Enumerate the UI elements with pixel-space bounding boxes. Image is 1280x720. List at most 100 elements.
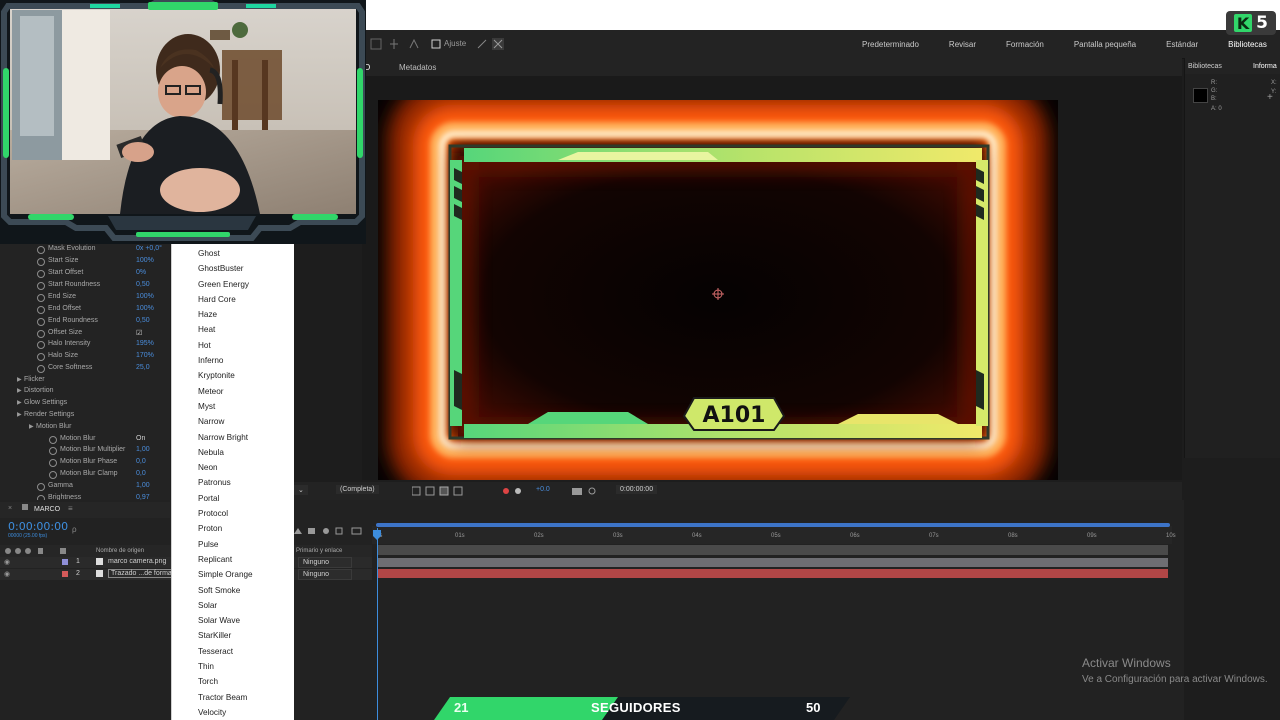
stopwatch-icon[interactable]	[37, 258, 45, 266]
preset-item[interactable]: Nebula	[172, 445, 294, 460]
snapshot-camera-icon[interactable]	[572, 486, 602, 496]
workspace-bibliotecas[interactable]: Bibliotecas	[1228, 40, 1267, 49]
puppet-tool-icon[interactable]	[408, 38, 420, 50]
playhead[interactable]	[377, 528, 378, 720]
effect-property-value[interactable]: 0,50	[136, 317, 150, 324]
preset-item[interactable]: Myst	[172, 399, 294, 414]
preset-item[interactable]: Pulse	[172, 537, 294, 552]
preset-item[interactable]: Portal	[172, 491, 294, 506]
preset-item[interactable]: Narrow	[172, 414, 294, 429]
effect-property-value[interactable]: 1,00	[136, 446, 150, 453]
workspace-predeterminado[interactable]: Predeterminado	[862, 40, 919, 49]
stopwatch-icon[interactable]	[37, 318, 45, 326]
switch-icons[interactable]	[4, 547, 74, 555]
tab-bibliotecas[interactable]: Bibliotecas	[1188, 63, 1222, 70]
stopwatch-icon[interactable]	[49, 436, 57, 444]
preset-item[interactable]: Kryptonite	[172, 368, 294, 383]
view-toggle-icons[interactable]	[412, 486, 472, 496]
zoom-dropdown[interactable]: ⌄	[294, 485, 308, 495]
preset-item[interactable]: Patronus	[172, 475, 294, 490]
effect-property-value[interactable]: 0,50	[136, 281, 150, 288]
stopwatch-icon[interactable]	[37, 483, 45, 491]
current-time[interactable]: 0:00:00:00	[8, 520, 68, 533]
resolution-dropdown[interactable]: (Completa)	[336, 485, 379, 494]
effect-property-value[interactable]: 0,0	[136, 470, 146, 477]
preset-item[interactable]: Velocity	[172, 705, 294, 720]
color-channel-icon[interactable]	[502, 486, 524, 496]
effect-property-value[interactable]: 170%	[136, 352, 154, 359]
eye-icon[interactable]: ◉	[4, 558, 10, 566]
fire-frame-composition[interactable]: A101	[378, 100, 1058, 480]
stopwatch-icon[interactable]	[37, 294, 45, 302]
preset-item[interactable]: Tesseract	[172, 644, 294, 659]
preset-item[interactable]: Solar Wave	[172, 613, 294, 628]
select-tool-icon[interactable]	[370, 38, 382, 50]
effect-property-value[interactable]: 0%	[136, 269, 146, 276]
effect-property-value[interactable]: 100%	[136, 305, 154, 312]
stopwatch-icon[interactable]	[49, 459, 57, 467]
stopwatch-icon[interactable]	[37, 330, 45, 338]
disclosure-triangle-icon[interactable]: ▶	[17, 399, 22, 406]
parent-dropdown[interactable]: Ninguno	[298, 557, 352, 568]
tab-informacion[interactable]: Informa	[1253, 63, 1277, 70]
label-color[interactable]	[62, 559, 68, 565]
preset-item[interactable]: Proton	[172, 521, 294, 536]
tab-metadatos[interactable]: Metadatos	[399, 63, 436, 72]
work-area-bar[interactable]	[376, 523, 1170, 527]
snap-icon[interactable]	[476, 38, 488, 50]
stopwatch-icon[interactable]	[49, 447, 57, 455]
snap-checkbox-icon[interactable]	[430, 38, 442, 50]
preset-item[interactable]: Thin	[172, 659, 294, 674]
preset-item[interactable]: Soft Smoke	[172, 583, 294, 598]
stopwatch-icon[interactable]	[37, 353, 45, 361]
preset-item[interactable]: Solar	[172, 598, 294, 613]
preset-item[interactable]: Hard Core	[172, 292, 294, 307]
disclosure-triangle-icon[interactable]: ▶	[17, 376, 22, 383]
layer-2-track[interactable]	[378, 569, 1168, 578]
effect-property-value[interactable]: On	[136, 435, 145, 442]
disclosure-triangle-icon[interactable]: ▶	[17, 387, 22, 394]
effect-property-value[interactable]: 195%	[136, 340, 154, 347]
preset-item[interactable]: Simple Orange	[172, 567, 294, 582]
disclosure-triangle-icon[interactable]: ▶	[17, 411, 22, 418]
preset-item[interactable]: StarKiller	[172, 628, 294, 643]
eye-icon[interactable]: ◉	[4, 570, 10, 578]
exposure-value[interactable]: +0.0	[532, 485, 554, 494]
label-color[interactable]	[62, 571, 68, 577]
workspace-revisar[interactable]: Revisar	[949, 40, 976, 49]
search-icon[interactable]: ρ	[72, 525, 77, 534]
parent-dropdown[interactable]: Ninguno	[298, 569, 352, 580]
magnet-icon[interactable]	[492, 38, 504, 50]
close-icon[interactable]: ×	[8, 505, 12, 512]
stopwatch-icon[interactable]	[49, 471, 57, 479]
layer-name[interactable]: Trazado ...de forma	[108, 569, 175, 578]
stopwatch-icon[interactable]	[37, 341, 45, 349]
effect-property-value[interactable]: ☑	[136, 329, 142, 337]
stopwatch-icon[interactable]	[37, 282, 45, 290]
preset-dropdown-list[interactable]: Ghost GhostBuster Green Energy Hard Core Haz…	[171, 228, 294, 720]
workspace-pantalla-pequena[interactable]: Pantalla pequeña	[1074, 40, 1136, 49]
preset-item[interactable]: Torch	[172, 674, 294, 689]
stopwatch-icon[interactable]	[37, 306, 45, 314]
preset-item[interactable]: Meteor	[172, 384, 294, 399]
stopwatch-icon[interactable]	[37, 246, 45, 254]
effect-property-value[interactable]: 0x +0,0°	[136, 245, 162, 252]
timeline-tool-icons[interactable]	[292, 525, 372, 537]
preset-item[interactable]: Tractor Beam	[172, 690, 294, 705]
preset-item[interactable]: Haze	[172, 307, 294, 322]
layer-name[interactable]: marco camera.png	[108, 558, 166, 565]
timeline-tab[interactable]: × MARCO ≡	[0, 502, 170, 518]
col-source-name[interactable]: Nombre de origen	[96, 548, 144, 554]
preset-item[interactable]: GhostBuster	[172, 261, 294, 276]
workspace-formacion[interactable]: Formación	[1006, 40, 1044, 49]
effect-property-value[interactable]: 0,0	[136, 458, 146, 465]
preset-item[interactable]: Protocol	[172, 506, 294, 521]
preset-item[interactable]: Inferno	[172, 353, 294, 368]
time-ruler[interactable]: 0s01s02s03s04s05s06s07s08s09s10s	[372, 526, 1176, 544]
workspace-estandar[interactable]: Estándar	[1166, 40, 1198, 49]
stopwatch-icon[interactable]	[37, 270, 45, 278]
effect-property-value[interactable]: 1,00	[136, 482, 150, 489]
effect-property-value[interactable]: 25,0	[136, 364, 150, 371]
preset-item[interactable]: Narrow Bright	[172, 430, 294, 445]
preset-item[interactable]: Ghost	[172, 246, 294, 261]
